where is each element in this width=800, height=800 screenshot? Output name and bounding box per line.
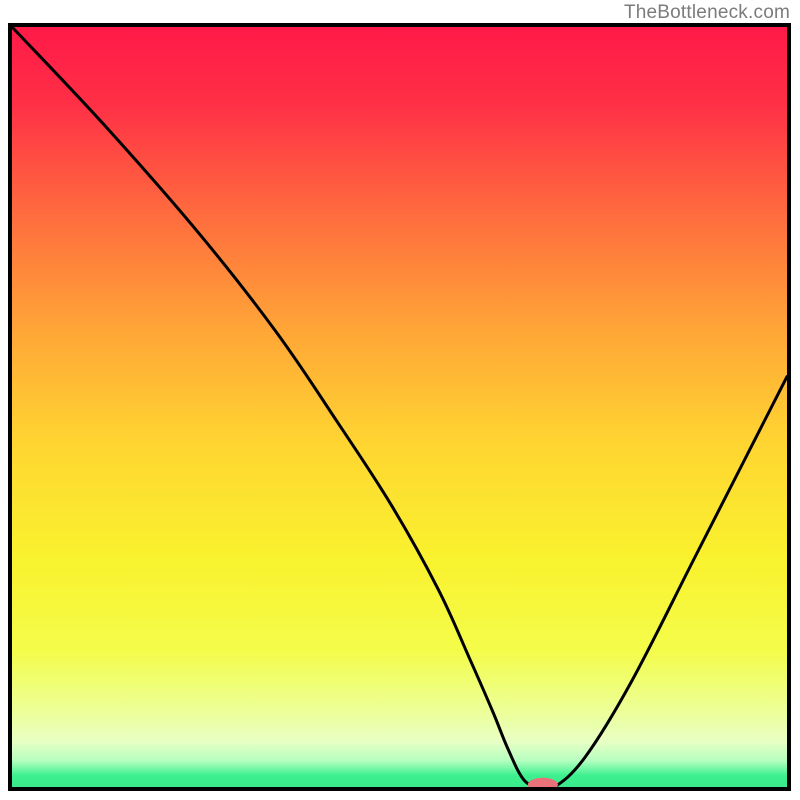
chart-background (12, 27, 787, 787)
bottleneck-chart (12, 27, 787, 787)
chart-frame (8, 23, 791, 791)
attribution-text: TheBottleneck.com (624, 2, 790, 24)
